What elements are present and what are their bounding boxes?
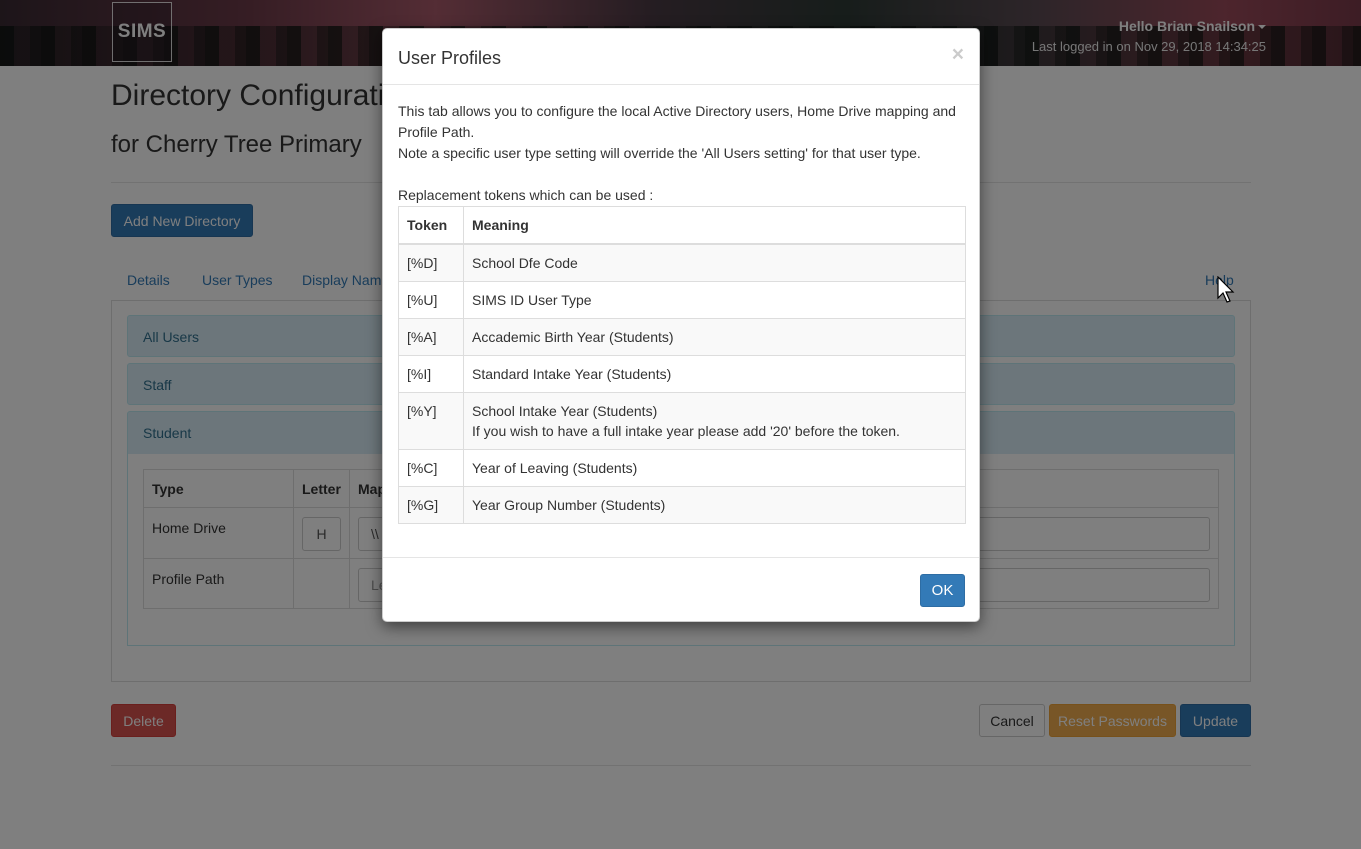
- user-profiles-dialog: User Profiles × This tab allows you to c…: [382, 28, 980, 622]
- token-cell: [%I]: [398, 355, 464, 393]
- meaning-cell: School Intake Year (Students) If you wis…: [463, 392, 966, 450]
- meaning-cell: SIMS ID User Type: [463, 281, 966, 319]
- table-row: [%G] Year Group Number (Students): [398, 486, 966, 524]
- meaning-text: School Intake Year (Students): [472, 403, 658, 419]
- table-row: [%Y] School Intake Year (Students) If yo…: [398, 392, 966, 450]
- token-cell: [%C]: [398, 449, 464, 487]
- token-cell: [%Y]: [398, 392, 464, 450]
- table-row: [%A] Accademic Birth Year (Students): [398, 318, 966, 356]
- mouse-cursor-icon: [1217, 276, 1235, 303]
- tokens-table: Token Meaning [%D] School Dfe Code [%U] …: [398, 206, 966, 524]
- modal-header: User Profiles ×: [383, 29, 979, 85]
- modal-title: User Profiles: [398, 48, 502, 68]
- meaning-cell: Year of Leaving (Students): [463, 449, 966, 487]
- meaning-cell: School Dfe Code: [463, 243, 966, 282]
- meaning-cell: Year Group Number (Students): [463, 486, 966, 524]
- modal-body: This tab allows you to configure the loc…: [398, 101, 966, 524]
- column-header-token: Token: [398, 206, 464, 245]
- token-cell: [%G]: [398, 486, 464, 524]
- column-header-meaning: Meaning: [463, 206, 966, 245]
- table-row: [%I] Standard Intake Year (Students): [398, 355, 966, 393]
- token-cell: [%D]: [398, 243, 464, 282]
- token-cell: [%A]: [398, 318, 464, 356]
- ok-button[interactable]: OK: [920, 574, 965, 607]
- meaning-cell: Standard Intake Year (Students): [463, 355, 966, 393]
- table-row: [%U] SIMS ID User Type: [398, 281, 966, 319]
- meaning-note: If you wish to have a full intake year p…: [472, 423, 900, 439]
- table-row: [%C] Year of Leaving (Students): [398, 449, 966, 487]
- token-cell: [%U]: [398, 281, 464, 319]
- intro-text: This tab allows you to configure the loc…: [398, 103, 956, 140]
- meaning-cell: Accademic Birth Year (Students): [463, 318, 966, 356]
- modal-footer: OK: [383, 557, 979, 621]
- tokens-label: Replacement tokens which can be used :: [398, 187, 654, 203]
- override-note: Note a specific user type setting will o…: [398, 145, 921, 161]
- close-icon[interactable]: ×: [952, 44, 964, 65]
- table-row: [%D] School Dfe Code: [398, 243, 966, 282]
